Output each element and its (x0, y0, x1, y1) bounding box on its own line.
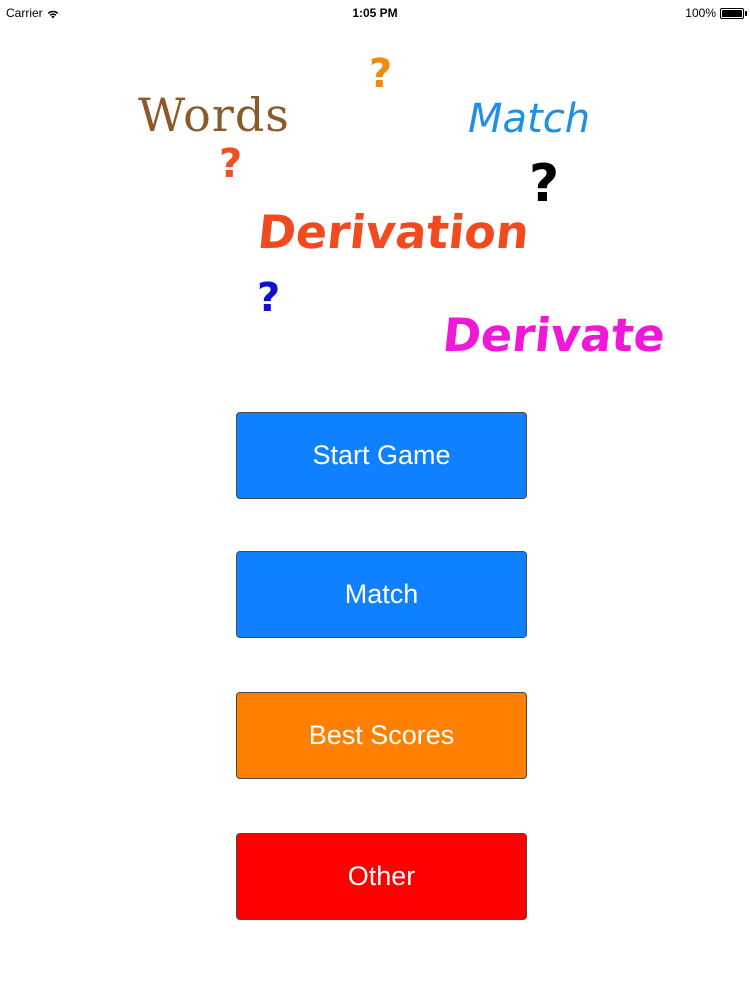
status-bar: Carrier 1:05 PM 100% (0, 0, 750, 26)
best-scores-button[interactable]: Best Scores (236, 692, 527, 779)
logo-word-derivation: Derivation (255, 205, 532, 259)
best-scores-label: Best Scores (308, 720, 455, 750)
logo-word-words: Words (138, 88, 290, 142)
other-button[interactable]: Other (236, 833, 527, 920)
status-right: 100% (685, 6, 747, 20)
battery-percent: 100% (685, 6, 716, 20)
match-label: Match (344, 579, 419, 609)
question-mark-icon: ? (219, 141, 243, 187)
start-game-button[interactable]: Start Game (236, 412, 527, 499)
other-label: Other (347, 861, 416, 891)
logo-word-derivate: Derivate (440, 308, 668, 362)
question-mark-icon: ? (257, 275, 281, 321)
match-button[interactable]: Match (236, 551, 527, 638)
status-time: 1:05 PM (352, 6, 398, 20)
start-game-label: Start Game (312, 440, 451, 470)
question-mark-icon: ? (529, 154, 560, 214)
logo-word-match: Match (468, 96, 591, 142)
question-mark-icon: ? (369, 51, 393, 97)
battery-icon (720, 7, 747, 19)
